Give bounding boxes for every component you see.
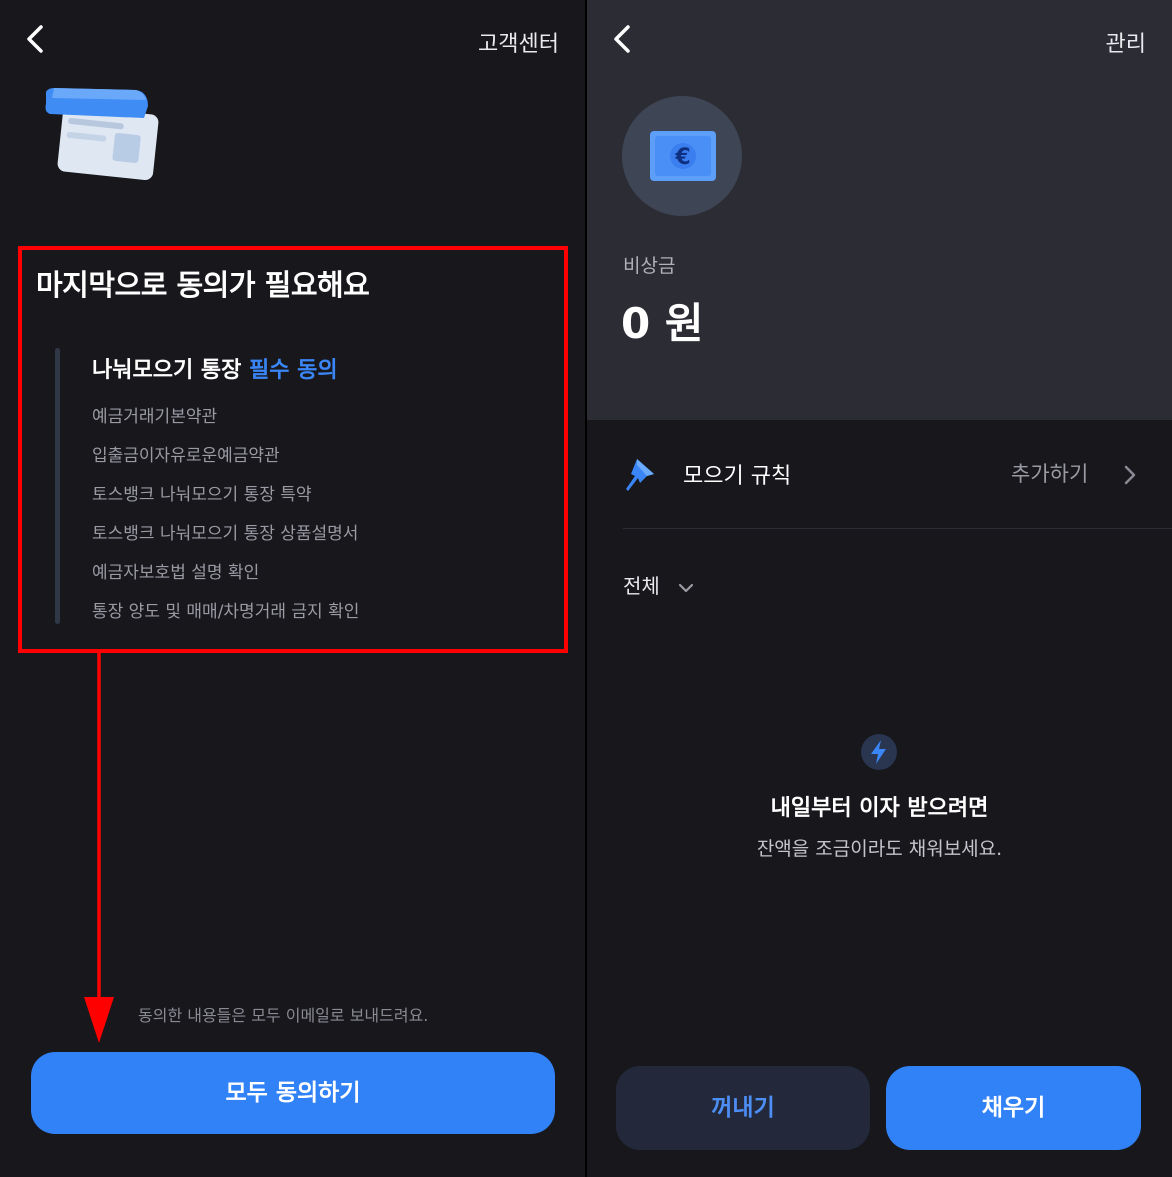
svg-text:€: € — [674, 145, 690, 170]
rule-label: 모으기 규칙 — [683, 464, 792, 489]
document-illustration-icon — [44, 86, 162, 186]
lightning-icon — [861, 734, 897, 770]
account-avatar: € — [622, 96, 742, 216]
withdraw-button[interactable]: 꺼내기 — [616, 1066, 870, 1150]
empty-state-subtitle: 잔액을 조금이라도 채워보세요. — [756, 838, 1003, 860]
chevron-right-icon — [1124, 465, 1136, 485]
account-balance: 0 원 — [621, 299, 704, 348]
agreement-screen: 고객센터 마지막으로 동의가 필요해요 나눠모으기 통장 필수 동의 예금거래기… — [0, 0, 585, 1177]
add-rule-link[interactable]: 추가하기 — [1011, 458, 1088, 488]
empty-state-title: 내일부터 이자 받으려면 — [770, 796, 989, 821]
agree-all-button[interactable]: 모두 동의하기 — [31, 1052, 555, 1134]
pin-icon — [626, 459, 654, 491]
back-icon[interactable] — [611, 24, 635, 54]
account-name: 비상금 — [623, 255, 676, 277]
email-notice: 동의한 내용들은 모두 이메일로 보내드려요. — [138, 1006, 429, 1025]
arrow-down-icon — [84, 653, 114, 1049]
filter-label: 전체 — [623, 574, 660, 598]
divider — [623, 528, 1172, 529]
savings-rule-row[interactable]: 모으기 규칙 추가하기 — [587, 430, 1172, 520]
filter-dropdown[interactable]: 전체 — [623, 570, 694, 599]
fill-button[interactable]: 채우기 — [886, 1066, 1141, 1150]
euro-bill-icon: € — [650, 131, 716, 181]
back-icon[interactable] — [24, 24, 48, 54]
customer-center-link[interactable]: 고객센터 — [478, 26, 559, 58]
highlight-box — [18, 246, 568, 653]
manage-link[interactable]: 관리 — [1106, 26, 1146, 58]
chevron-down-icon — [679, 583, 694, 592]
savings-account-screen: 관리 € 비상금 0 원 모으기 규칙 추가하기 전체 내일부터 이자 받으려면… — [587, 0, 1172, 1177]
